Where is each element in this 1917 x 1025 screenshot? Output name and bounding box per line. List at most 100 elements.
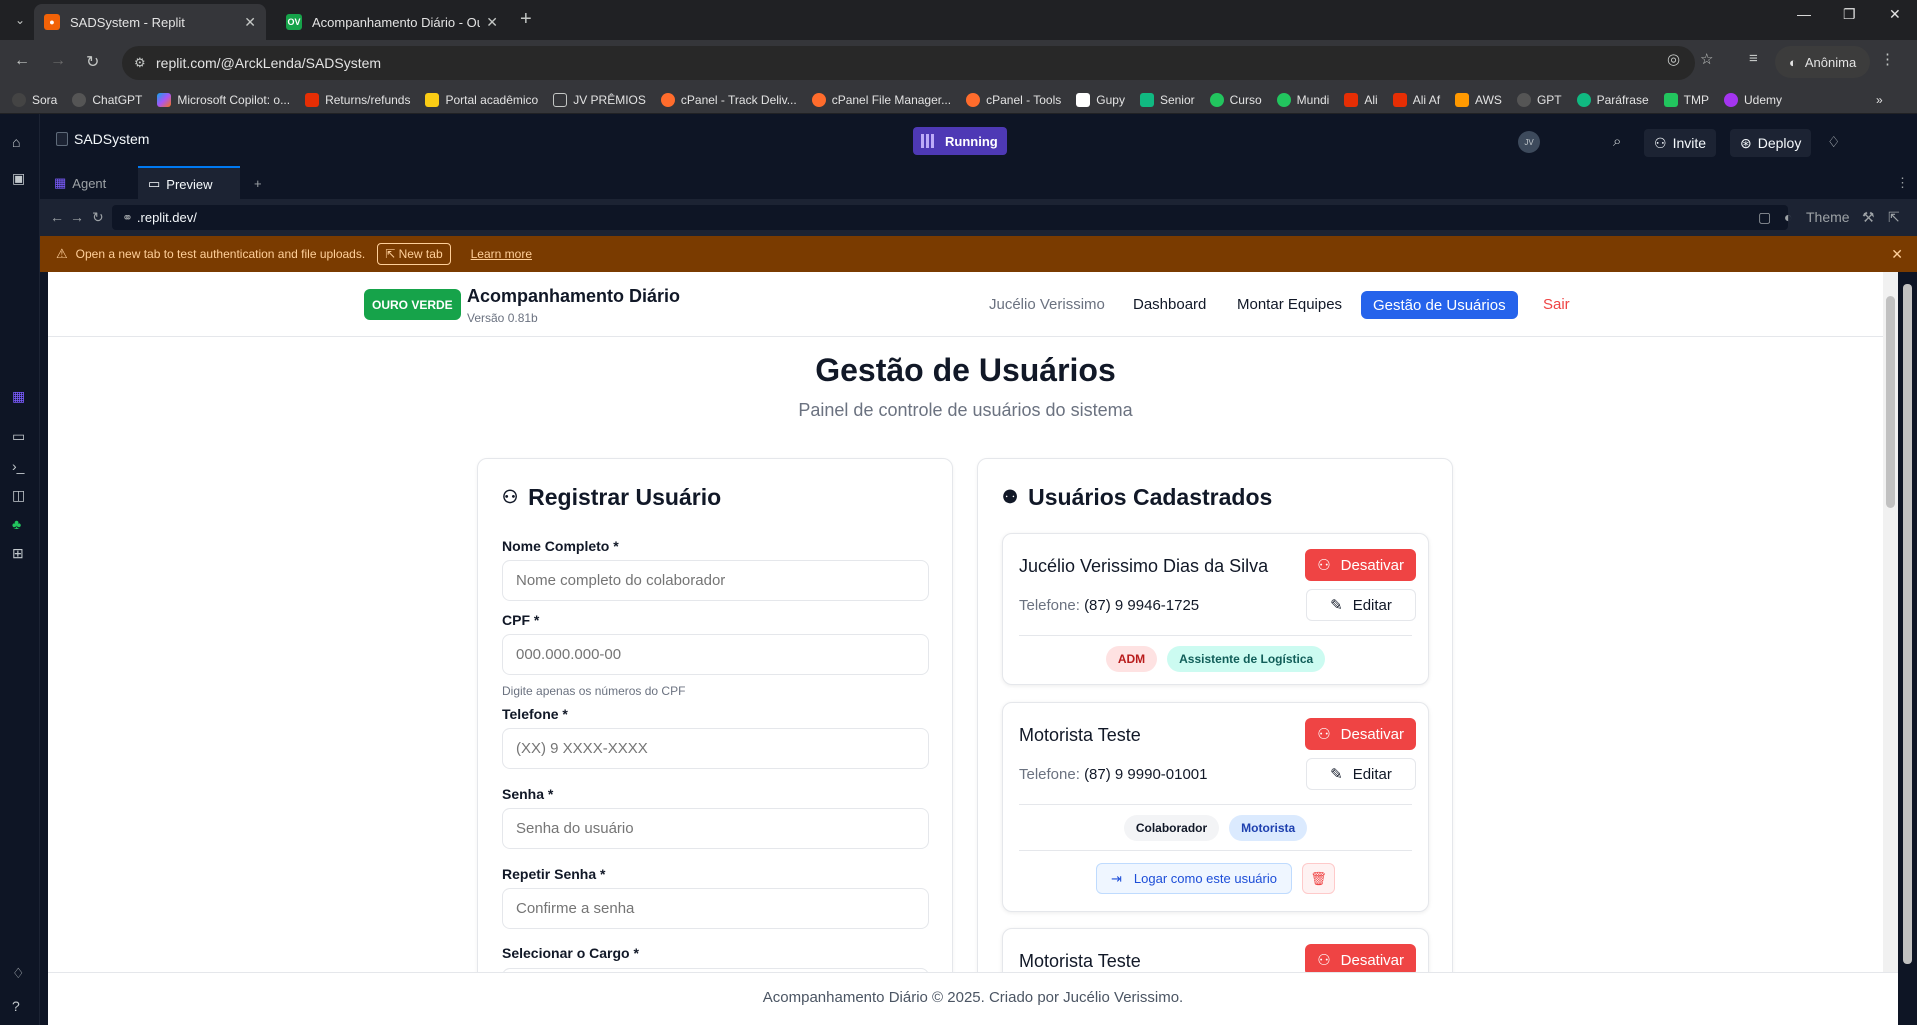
preview-reload-icon[interactable]: ↻: [92, 209, 104, 226]
open-external-icon[interactable]: ⇱: [1888, 209, 1900, 226]
browser-tab-app[interactable]: OV Acompanhamento Diário - Our ✕: [276, 4, 508, 40]
database-icon[interactable]: ◫: [12, 487, 25, 504]
name-input[interactable]: [502, 560, 929, 601]
tab-label: Agent: [72, 175, 107, 191]
deploy-tree-icon[interactable]: ♣: [12, 516, 21, 532]
bookmark[interactable]: Udemy: [1723, 92, 1782, 107]
bookmark[interactable]: Ali Af: [1392, 92, 1440, 107]
nav-logout[interactable]: Sair: [1543, 296, 1570, 313]
bookmark[interactable]: cPanel File Manager...: [811, 92, 951, 107]
bookmark[interactable]: GPT: [1516, 92, 1562, 107]
tab-agent[interactable]: ▦ Agent: [44, 166, 134, 200]
search-icon[interactable]: ⌕: [1613, 133, 1621, 150]
tab-title: SADSystem - Replit: [70, 14, 185, 30]
wrench-icon[interactable]: ⚒: [1862, 209, 1875, 226]
bookmark-label: AWS: [1475, 92, 1502, 107]
bookmark[interactable]: Portal acadêmico: [425, 92, 538, 107]
agent-icon[interactable]: ▦: [12, 388, 25, 405]
edit-button[interactable]: ✎ Editar: [1306, 589, 1416, 621]
media-icon[interactable]: ≡: [1749, 50, 1758, 67]
edit-icon: ✎: [1330, 597, 1343, 614]
bookmark[interactable]: Mundi: [1276, 92, 1329, 107]
pane-menu-icon[interactable]: ⋮: [1886, 166, 1917, 200]
password-input[interactable]: [502, 808, 929, 849]
bookmark[interactable]: JV PRÊMIOS: [553, 92, 646, 107]
nav-dashboard[interactable]: Dashboard: [1133, 296, 1206, 313]
preview-url-input[interactable]: ⚭ .replit.dev/: [112, 205, 1788, 230]
theme-icon[interactable]: ◐: [1784, 209, 1792, 225]
close-tab-icon[interactable]: ✕: [486, 14, 498, 31]
address-bar[interactable]: replit.com/@ArckLenda/SADSystem: [122, 46, 1695, 80]
menu-kebab-icon[interactable]: ⋮: [1880, 50, 1895, 68]
devtools-icon[interactable]: ▢: [1758, 209, 1771, 226]
deploy-button[interactable]: ⊛ Deploy: [1730, 129, 1812, 157]
bookmark[interactable]: cPanel - Tools: [966, 92, 1061, 107]
edit-button[interactable]: ✎ Editar: [1306, 758, 1416, 790]
user-phone: Telefone: (87) 9 9946-1725: [1019, 597, 1199, 614]
new-tab-button[interactable]: ⇱ New tab: [377, 243, 451, 265]
learn-more-link[interactable]: Learn more: [471, 247, 532, 261]
deactivate-button[interactable]: ⚇ Desativar: [1305, 549, 1416, 581]
project-name[interactable]: SADSystem: [74, 131, 149, 147]
shell-icon[interactable]: ›_: [12, 458, 24, 474]
theme-button[interactable]: Theme: [1806, 209, 1850, 225]
eye-off-icon[interactable]: ◎: [1667, 50, 1680, 68]
browser-tab-replit[interactable]: ● SADSystem - Replit ✕: [34, 4, 266, 40]
tab-search-chevron-icon[interactable]: ⌄: [8, 8, 32, 32]
bookmark[interactable]: AWS: [1455, 92, 1502, 107]
forward-icon[interactable]: →: [50, 52, 66, 70]
bookmark-label: Sora: [32, 92, 58, 107]
preview-forward-icon[interactable]: →: [70, 209, 84, 225]
invite-button[interactable]: ⚇ Invite: [1644, 129, 1717, 157]
help-icon[interactable]: ?: [12, 998, 20, 1014]
preview-back-icon[interactable]: ←: [50, 209, 64, 225]
minimize-icon[interactable]: —: [1797, 6, 1811, 22]
notifications-bell-icon[interactable]: ♢: [12, 965, 25, 982]
incognito-profile-button[interactable]: ◐ Anônima: [1775, 46, 1871, 78]
preview-monitor-icon[interactable]: ▭: [12, 428, 25, 445]
home-icon[interactable]: ⌂: [12, 134, 20, 150]
page-scrollbar[interactable]: [1883, 272, 1898, 972]
tab-preview[interactable]: ▭ Preview: [138, 166, 240, 200]
bookmark[interactable]: ChatGPT: [72, 92, 142, 107]
bell-icon[interactable]: ♢: [1827, 133, 1840, 151]
new-tab-plus-icon[interactable]: +: [520, 8, 532, 31]
close-window-icon[interactable]: ✕: [1889, 6, 1901, 23]
preview-scroll-thumb[interactable]: [1903, 284, 1912, 964]
bookmark[interactable]: Sora: [12, 92, 58, 107]
all-tools-grid-icon[interactable]: ⊞: [12, 545, 24, 562]
back-icon[interactable]: ←: [14, 52, 30, 70]
add-tab-plus-icon[interactable]: +: [244, 166, 272, 200]
bookmark[interactable]: Returns/refunds: [305, 92, 410, 107]
more-bookmarks-icon[interactable]: »: [1876, 93, 1883, 107]
deactivate-button[interactable]: ⚇ Desativar: [1305, 718, 1416, 750]
restore-icon[interactable]: ❐: [1843, 6, 1856, 23]
close-tab-icon[interactable]: ✕: [244, 14, 256, 31]
close-banner-icon[interactable]: ✕: [1891, 246, 1903, 263]
preview-scrollbar[interactable]: [1898, 272, 1917, 1025]
bookmark[interactable]: Gupy: [1076, 92, 1125, 107]
login-as-label: Logar como este usuário: [1133, 871, 1277, 886]
bookmark[interactable]: Senior: [1139, 92, 1195, 107]
bookmark[interactable]: Ali: [1344, 92, 1378, 107]
site-info-icon[interactable]: ⚙: [134, 55, 146, 71]
bookmark[interactable]: Curso: [1209, 92, 1262, 107]
confirm-password-input[interactable]: [502, 888, 929, 929]
delete-user-button[interactable]: 🗑: [1302, 863, 1335, 894]
phone-input[interactable]: [502, 728, 929, 769]
reload-icon[interactable]: ↻: [86, 52, 99, 72]
user-name: Motorista Teste: [1019, 725, 1141, 745]
nav-montar-equipes[interactable]: Montar Equipes: [1237, 296, 1342, 313]
bookmark[interactable]: cPanel - Track Deliv...: [660, 92, 797, 107]
bookmark[interactable]: Microsoft Copilot: o...: [157, 92, 290, 107]
star-icon[interactable]: ☆: [1700, 50, 1713, 68]
bookmark[interactable]: Paráfrase: [1576, 92, 1649, 107]
avatar[interactable]: JV: [1518, 131, 1540, 153]
run-status-button[interactable]: Running: [913, 127, 1007, 155]
files-icon[interactable]: ▣: [12, 170, 25, 187]
cpf-input[interactable]: [502, 634, 929, 675]
bookmark[interactable]: TMP: [1663, 92, 1709, 107]
page-scroll-thumb[interactable]: [1886, 296, 1895, 508]
login-as-user-button[interactable]: ⇥ Logar como este usuário: [1096, 863, 1292, 894]
nav-gestao-usuarios[interactable]: Gestão de Usuários: [1361, 291, 1518, 319]
